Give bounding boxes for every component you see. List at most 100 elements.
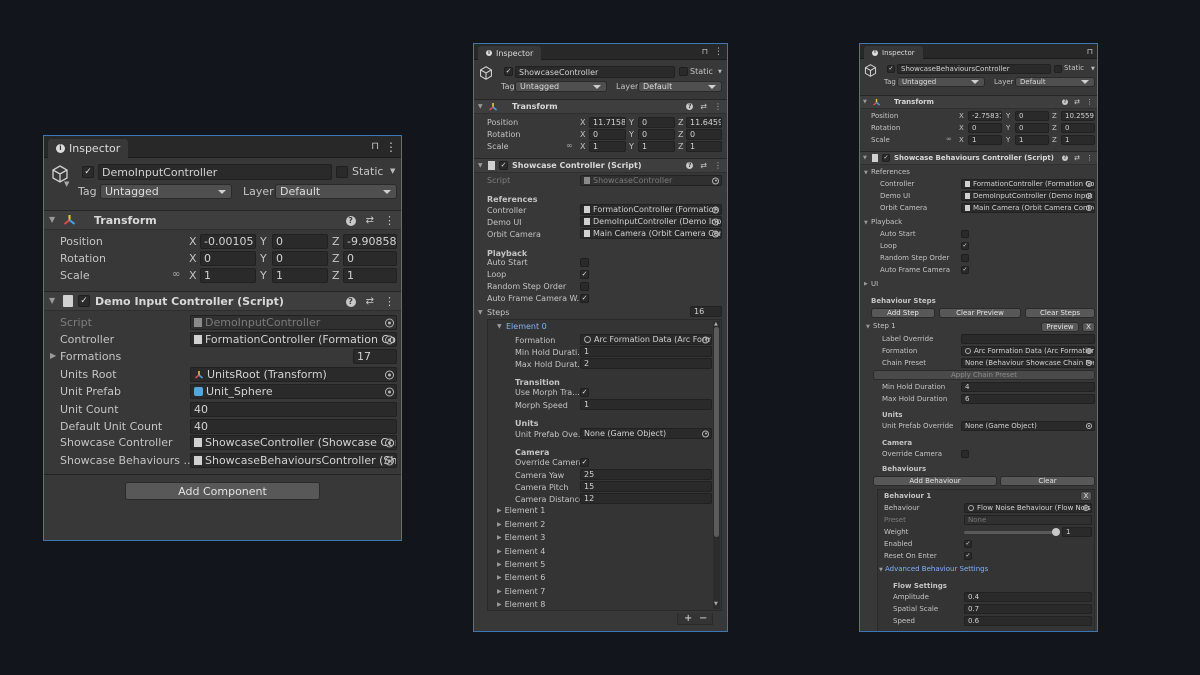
showcase-controller-field[interactable]: ShowcaseController (Showcase Controller): [190, 435, 397, 450]
active-checkbox[interactable]: ✓: [887, 65, 895, 73]
object-picker-icon[interactable]: [1083, 505, 1089, 511]
preset-icon[interactable]: ⇄: [1074, 154, 1080, 162]
auto-frame-checkbox[interactable]: ✓: [580, 294, 589, 303]
object-picker-icon[interactable]: [1086, 360, 1092, 366]
override-camera-checkbox[interactable]: ✓: [580, 458, 589, 467]
tag-dropdown[interactable]: Untagged: [897, 77, 985, 87]
morph-speed-field[interactable]: 1: [580, 399, 712, 410]
object-picker-icon[interactable]: [385, 335, 394, 344]
kebab-menu-icon[interactable]: ⋮: [714, 47, 723, 57]
static-checkbox[interactable]: [679, 67, 688, 76]
scale-x-field[interactable]: 1: [200, 268, 256, 283]
unit-prefab-field[interactable]: None (Game Object): [580, 428, 712, 439]
weight-slider-knob[interactable]: [1052, 528, 1060, 536]
min-hold-field[interactable]: 1: [580, 346, 712, 357]
object-picker-icon[interactable]: [1086, 423, 1092, 429]
foldout-triangle-icon[interactable]: ▼: [864, 170, 868, 176]
advanced-settings-foldout[interactable]: Advanced Behaviour Settings: [885, 565, 988, 573]
preset-icon[interactable]: ⇄: [366, 296, 374, 307]
orbit-camera-field[interactable]: Main Camera (Orbit Camera Controller): [961, 203, 1095, 213]
lock-icon[interactable]: ⊓: [1087, 47, 1093, 56]
clear-behaviours-button[interactable]: Clear: [1000, 476, 1095, 486]
component-enabled-checkbox[interactable]: ✓: [499, 161, 508, 170]
link-icon[interactable]: ∞: [946, 135, 952, 143]
layer-dropdown[interactable]: Default: [638, 81, 722, 92]
tab-inspector[interactable]: i Inspector: [478, 46, 542, 60]
rotation-x-field[interactable]: 0: [589, 129, 626, 140]
rotation-z-field[interactable]: 0: [686, 129, 722, 140]
scale-y-field[interactable]: 1: [638, 141, 675, 152]
foldout-triangle-icon[interactable]: ▼: [478, 162, 483, 169]
rotation-x-field[interactable]: 0: [968, 123, 1002, 133]
object-picker-icon[interactable]: [1086, 181, 1092, 187]
transform-header[interactable]: ▼ Transform ? ⇄ ⋮: [860, 95, 1097, 109]
script-component-header[interactable]: ▼ ✓ Showcase Controller (Script) ? ⇄ ⋮: [474, 158, 727, 173]
object-picker-icon[interactable]: [702, 336, 709, 343]
clear-preview-button[interactable]: Clear Preview: [939, 308, 1021, 318]
transform-header[interactable]: ▼ Transform ? ⇄ ⋮: [474, 99, 727, 114]
rotation-y-field[interactable]: 0: [1015, 123, 1049, 133]
object-picker-icon[interactable]: [702, 430, 709, 437]
demo-ui-field[interactable]: DemoInputController (Demo Input Controll…: [961, 191, 1095, 201]
object-picker-icon[interactable]: [1086, 205, 1092, 211]
camera-yaw-field[interactable]: 25: [580, 469, 712, 480]
component-enabled-checkbox[interactable]: ✓: [882, 154, 890, 162]
preset-icon[interactable]: ⇄: [366, 215, 374, 226]
link-icon[interactable]: ∞: [566, 141, 573, 150]
auto-start-checkbox[interactable]: [961, 230, 969, 238]
scrollbar[interactable]: [713, 321, 720, 609]
enabled-checkbox[interactable]: ✓: [964, 540, 972, 548]
kebab-menu-icon[interactable]: ⋮: [385, 140, 397, 154]
unit-prefab-field[interactable]: Unit_Sphere: [190, 384, 397, 399]
script-component-header[interactable]: ▼ ✓ Demo Input Controller (Script) ? ⇄ ⋮: [44, 291, 401, 311]
object-picker-icon[interactable]: [385, 456, 394, 465]
add-step-button[interactable]: Add Step: [871, 308, 935, 318]
use-morph-checkbox[interactable]: ✓: [580, 388, 589, 397]
formation-field[interactable]: Arc Formation Data (Arc Formation Data): [580, 334, 712, 345]
static-dropdown-arrow[interactable]: ▼: [1091, 66, 1095, 72]
list-item[interactable]: ▶ Element 6: [497, 573, 545, 582]
demo-ui-field[interactable]: DemoInputController (Demo Input Controll…: [580, 216, 722, 227]
help-icon[interactable]: ?: [345, 296, 356, 307]
list-item[interactable]: ▶ Element 4: [497, 547, 545, 556]
foldout-triangle-icon[interactable]: ▶: [864, 281, 868, 287]
references-header[interactable]: References: [871, 168, 910, 176]
playback-header[interactable]: Playback: [871, 218, 902, 226]
list-item[interactable]: ▶ Element 2: [497, 520, 545, 529]
object-picker-icon[interactable]: [385, 370, 394, 379]
scroll-up-arrow[interactable]: ▲: [714, 321, 718, 327]
kebab-menu-icon[interactable]: ⋮: [384, 214, 395, 227]
element-0-label[interactable]: Element 0: [506, 322, 547, 331]
rotation-z-field[interactable]: 0: [343, 251, 397, 266]
scale-z-field[interactable]: 1: [343, 268, 397, 283]
rotation-y-field[interactable]: 0: [272, 251, 328, 266]
kebab-menu-icon[interactable]: ⋮: [714, 161, 722, 170]
list-item[interactable]: ▶ Element 8: [497, 600, 545, 609]
lock-icon[interactable]: ⊓: [371, 141, 379, 152]
rotation-z-field[interactable]: 0: [1061, 123, 1095, 133]
controller-field[interactable]: FormationController (Formation Controlle…: [190, 332, 397, 347]
formations-label[interactable]: Formations: [60, 350, 121, 363]
list-item[interactable]: ▶ Element 7: [497, 587, 545, 596]
object-name-field[interactable]: DemoInputController: [98, 164, 332, 180]
layer-dropdown[interactable]: Default: [1015, 77, 1095, 87]
min-hold-field[interactable]: 4: [961, 382, 1095, 392]
preset-icon[interactable]: ⇄: [700, 161, 707, 170]
foldout-triangle-icon[interactable]: ▼: [879, 567, 883, 573]
override-camera-checkbox[interactable]: [961, 450, 969, 458]
spatial-scale-field[interactable]: 0.7: [964, 604, 1092, 614]
scale-y-field[interactable]: 1: [272, 268, 328, 283]
rotation-y-field[interactable]: 0: [638, 129, 675, 140]
object-picker-icon[interactable]: [712, 218, 719, 225]
weight-slider-track[interactable]: [964, 531, 1060, 534]
auto-start-checkbox[interactable]: [580, 258, 589, 267]
remove-behaviour-button[interactable]: X: [1080, 491, 1092, 501]
speed-field[interactable]: 0.6: [964, 616, 1092, 626]
unit-count-field[interactable]: 40: [190, 402, 397, 417]
kebab-menu-icon[interactable]: ⋮: [1086, 98, 1093, 106]
static-dropdown-arrow[interactable]: ▼: [390, 167, 395, 175]
tag-dropdown[interactable]: Untagged: [100, 184, 232, 199]
foldout-triangle-icon[interactable]: ▼: [864, 220, 868, 226]
foldout-triangle-icon[interactable]: ▼: [866, 324, 870, 330]
default-unit-count-field[interactable]: 40: [190, 419, 397, 434]
